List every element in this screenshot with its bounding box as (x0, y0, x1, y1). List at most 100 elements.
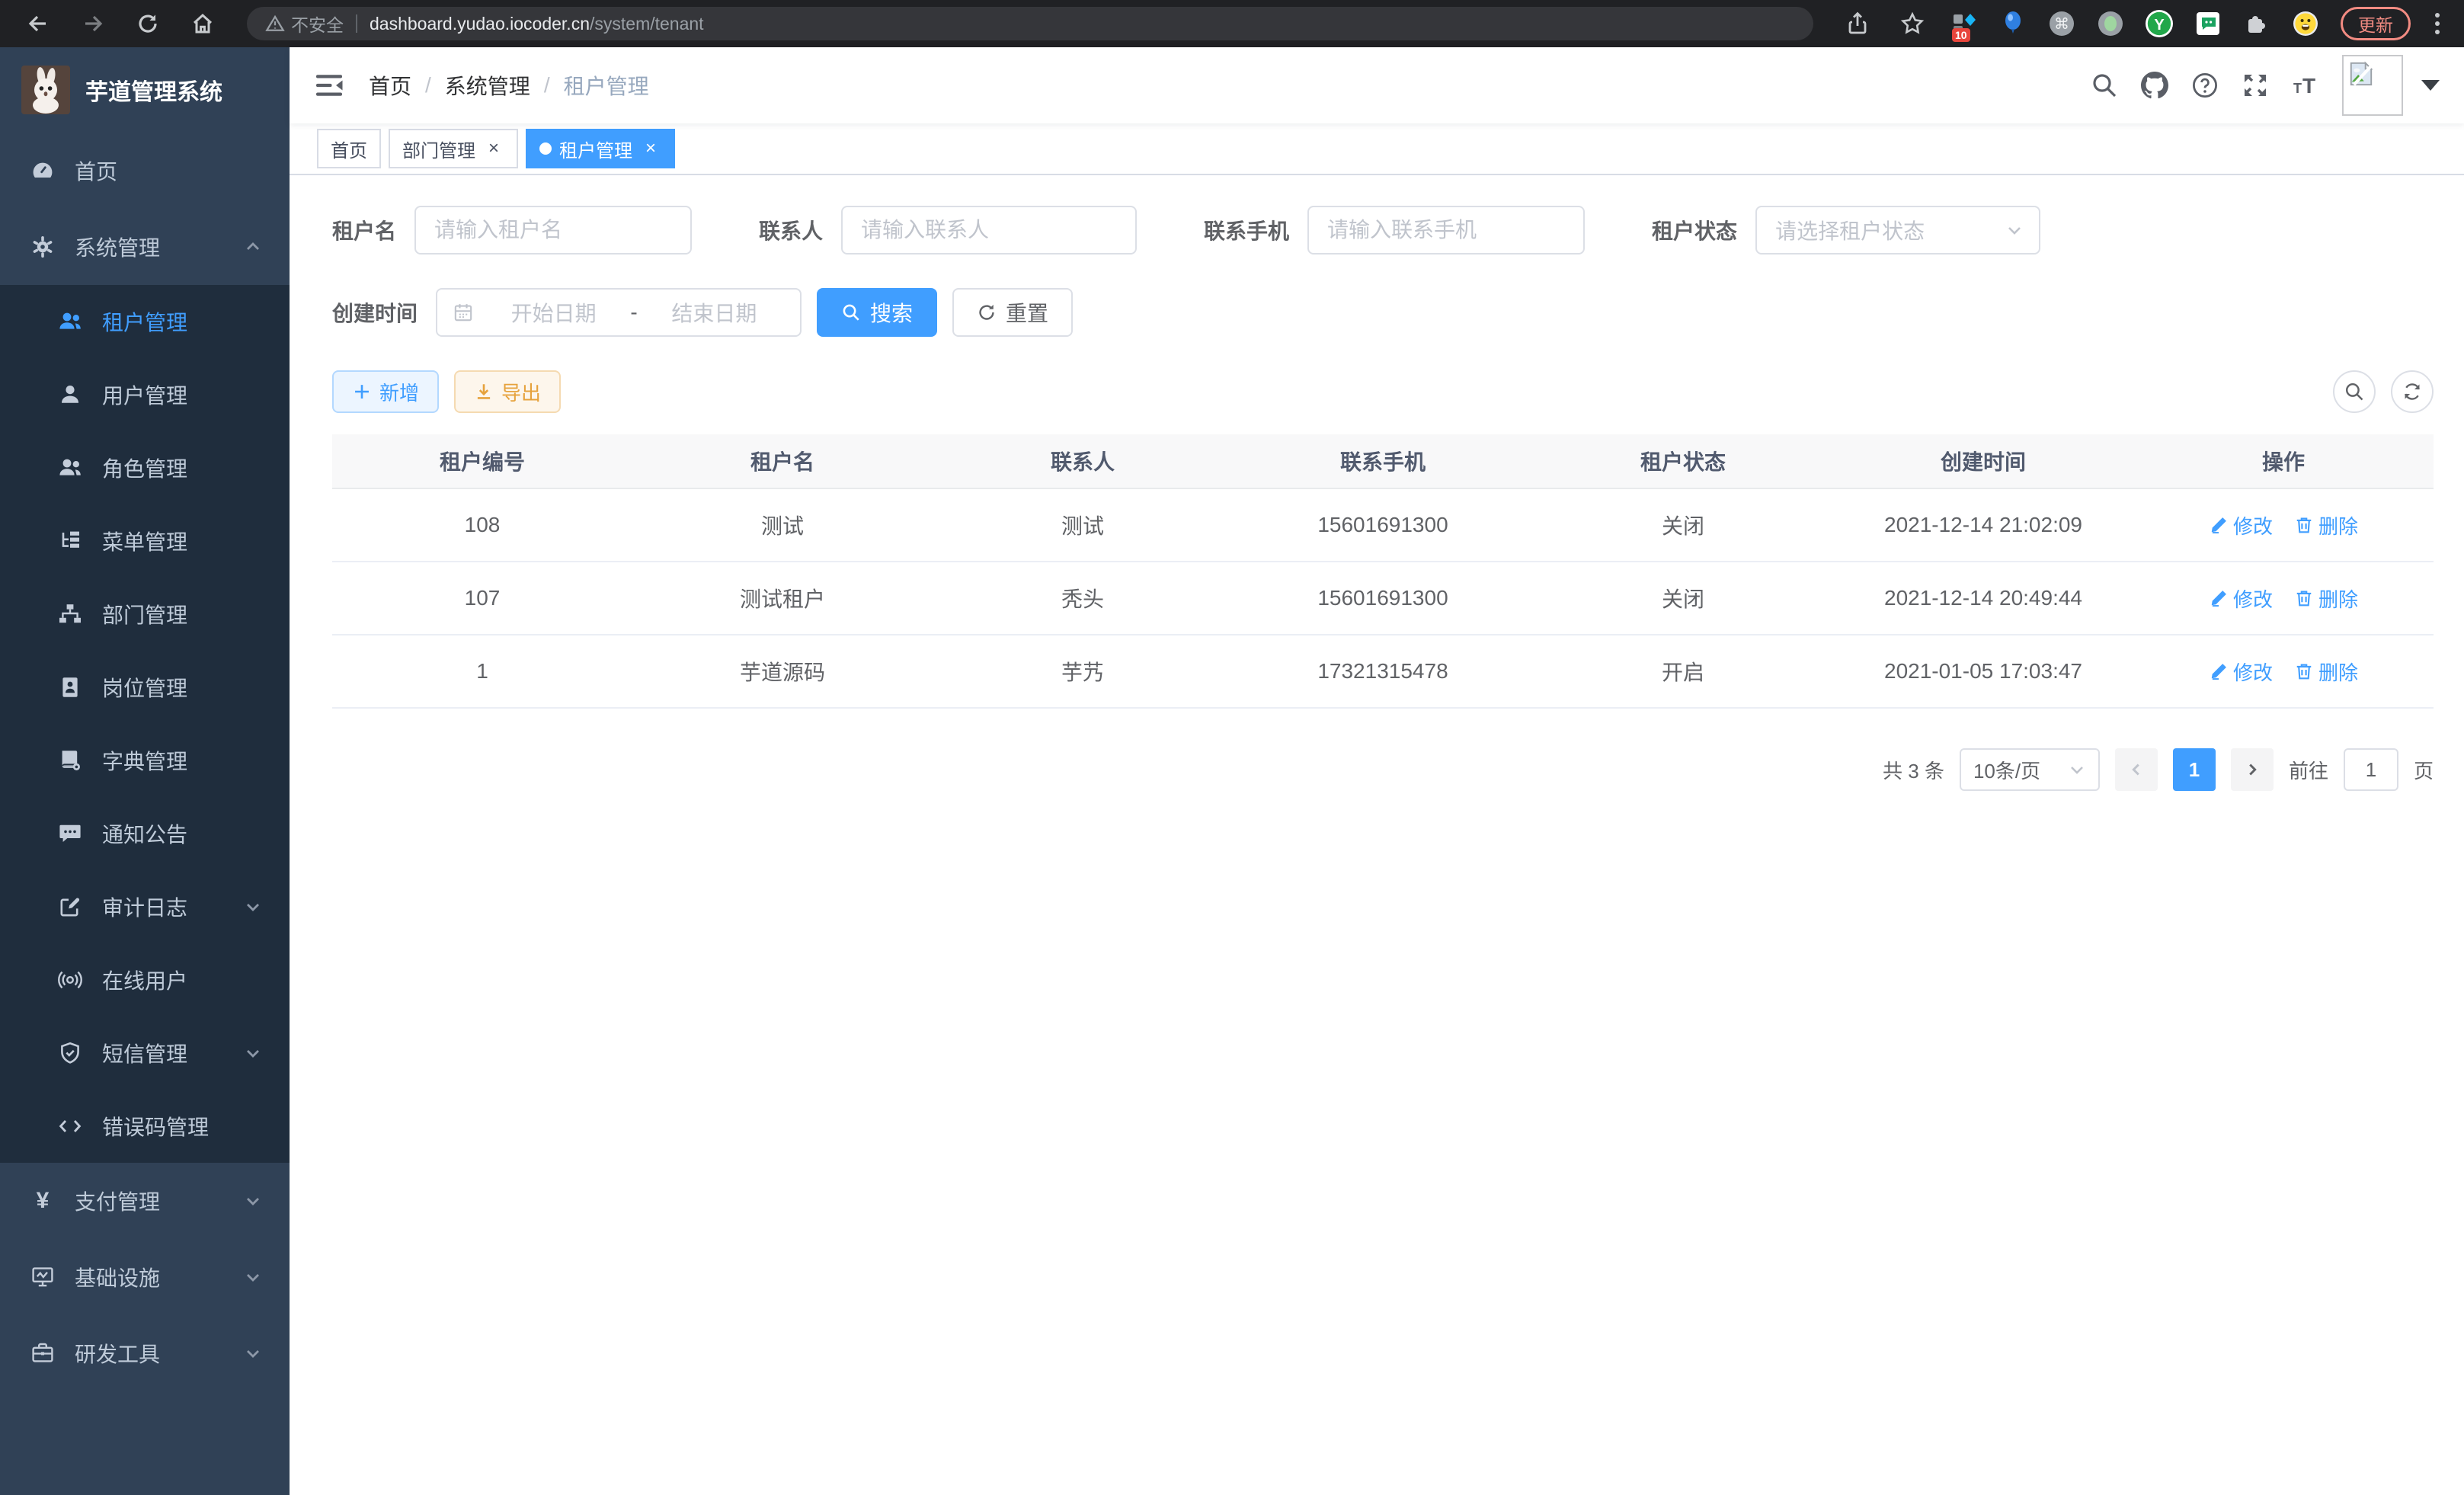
navbar-tools: TT (2068, 55, 2440, 116)
sidebar-item-notice[interactable]: 通知公告 (0, 797, 290, 870)
status-badge: 关闭 (1533, 562, 1833, 634)
chevron-left-icon (2128, 761, 2145, 778)
tenant-name-input[interactable] (414, 206, 692, 255)
extension-y-logo-icon[interactable]: Y (2146, 10, 2173, 37)
browser-forward-icon[interactable] (81, 11, 105, 36)
help-icon[interactable] (2191, 72, 2219, 99)
browser-reload-icon[interactable] (136, 11, 160, 36)
sidebar-item-system[interactable]: 系统管理 (0, 209, 290, 285)
sidebar-item-infra[interactable]: 基础设施 (0, 1239, 290, 1315)
delete-link[interactable]: 删除 (2294, 584, 2358, 613)
phone-input[interactable] (1307, 206, 1585, 255)
github-icon[interactable] (2141, 72, 2168, 99)
tab-home[interactable]: 首页 (317, 129, 381, 168)
sidebar-item-payment[interactable]: ¥ 支付管理 (0, 1163, 290, 1239)
pagination: 共 3 条 10条/页 1 前往 页 (332, 748, 2434, 791)
avatar-dropdown-caret-icon[interactable] (2421, 80, 2440, 91)
phone-label: 联系手机 (1204, 215, 1289, 245)
sidebar-item-menu[interactable]: 菜单管理 (0, 504, 290, 578)
edit-link[interactable]: 修改 (2209, 658, 2273, 686)
extensions-puzzle-icon[interactable] (2243, 10, 2270, 37)
omnibox-divider (356, 14, 357, 33)
filter-row-1: 租户名 联系人 联系手机 租户状态 请选择租户状态 (332, 206, 2434, 255)
export-button[interactable]: 导出 (454, 370, 561, 413)
search-button[interactable]: 搜索 (817, 288, 937, 337)
url-path[interactable]: /system/tenant (590, 14, 704, 34)
reset-button[interactable]: 重置 (952, 288, 1073, 337)
browser-update-button[interactable]: 更新 (2341, 7, 2411, 40)
sidebar-item-online-users[interactable]: 在线用户 (0, 943, 290, 1016)
toggle-search-button[interactable] (2333, 370, 2376, 413)
bookmark-star-icon[interactable] (1900, 11, 1925, 36)
broken-image-icon (2348, 61, 2374, 87)
edit-link[interactable]: 修改 (2209, 584, 2273, 613)
tenant-name-label: 租户名 (332, 215, 396, 245)
tab-tenant[interactable]: 租户管理 × (526, 129, 675, 168)
shield-check-icon (58, 1041, 82, 1065)
next-page-button[interactable] (2231, 748, 2274, 791)
refresh-table-button[interactable] (2391, 370, 2434, 413)
create-time-range-picker[interactable]: 开始日期 - 结束日期 (436, 288, 802, 337)
sidebar-item-dict[interactable]: 字典管理 (0, 724, 290, 797)
page-number-current[interactable]: 1 (2173, 748, 2216, 791)
tab-dept[interactable]: 部门管理 × (389, 129, 518, 168)
breadcrumb-separator: / (544, 73, 550, 98)
sidebar-item-tenant[interactable]: 租户管理 (0, 285, 290, 358)
sidebar-item-home[interactable]: 首页 (0, 133, 290, 209)
filter-tenant-name: 租户名 (332, 206, 692, 255)
header-search-icon[interactable] (2091, 72, 2118, 99)
status-select[interactable]: 请选择租户状态 (1755, 206, 2040, 255)
app-title: 芋道管理系统 (85, 73, 222, 107)
filter-status: 租户状态 请选择租户状态 (1652, 206, 2040, 255)
fullscreen-icon[interactable] (2242, 72, 2269, 99)
page-size-select[interactable]: 10条/页 (1960, 748, 2100, 791)
sidebar-item-dev-tools[interactable]: 研发工具 (0, 1315, 290, 1391)
extension-badge: 10 (1952, 28, 1970, 42)
app-logo[interactable]: 芋道管理系统 (0, 47, 290, 133)
sidebar-item-error-code[interactable]: 错误码管理 (0, 1090, 290, 1163)
address-bar[interactable]: 不安全 dashboard.yudao.iocoder.cn /system/t… (247, 7, 1813, 40)
browser-back-icon[interactable] (26, 11, 50, 36)
edit-link[interactable]: 修改 (2209, 511, 2273, 539)
sidebar-item-role[interactable]: 角色管理 (0, 431, 290, 504)
col-tenant-id: 租户编号 (332, 434, 632, 488)
extension-recorder-icon[interactable] (2097, 10, 2124, 37)
sidebar-item-audit-log[interactable]: 审计日志 (0, 870, 290, 943)
create-time-label: 创建时间 (332, 297, 418, 328)
url-host[interactable]: dashboard.yudao.iocoder.cn (370, 14, 590, 34)
logo-rabbit-image (21, 66, 70, 114)
sidebar-item-post[interactable]: 岗位管理 (0, 651, 290, 724)
security-label[interactable]: 不安全 (291, 11, 344, 37)
col-phone: 联系手机 (1233, 434, 1533, 488)
font-size-icon[interactable]: TT (2292, 72, 2319, 99)
search-icon (841, 303, 861, 322)
add-button[interactable]: 新增 (332, 370, 439, 413)
browser-menu-icon[interactable] (2426, 7, 2449, 40)
contact-input[interactable] (841, 206, 1137, 255)
delete-link[interactable]: 删除 (2294, 511, 2358, 539)
tab-close-icon[interactable]: × (640, 138, 661, 159)
breadcrumb-home[interactable]: 首页 (369, 70, 411, 101)
share-icon[interactable] (1845, 11, 1870, 36)
not-secure-warning-icon (265, 14, 285, 34)
extension-emoji-icon[interactable] (2292, 10, 2319, 37)
goto-page-input[interactable] (2344, 748, 2398, 791)
delete-link[interactable]: 删除 (2294, 658, 2358, 686)
sidebar-item-user[interactable]: 用户管理 (0, 358, 290, 431)
table-row: 107 测试租户 秃头 15601691300 关闭 2021-12-14 20… (332, 562, 2434, 635)
breadcrumb-system[interactable]: 系统管理 (445, 70, 530, 101)
extension-balloon-icon[interactable] (1999, 10, 2027, 37)
avatar[interactable] (2342, 55, 2403, 116)
tab-close-icon[interactable]: × (483, 138, 504, 159)
extension-command-icon[interactable]: ⌘ (2048, 10, 2075, 37)
sidebar-fold-icon[interactable] (314, 70, 344, 101)
prev-page-button[interactable] (2115, 748, 2158, 791)
sidebar-item-sms[interactable]: 短信管理 (0, 1016, 290, 1090)
sidebar-item-dept[interactable]: 部门管理 (0, 578, 290, 651)
extension-chat-icon[interactable] (2194, 10, 2222, 37)
gear-icon (30, 235, 55, 259)
breadcrumb-separator: / (425, 73, 431, 98)
extension-tabs-icon[interactable]: 10 (1950, 10, 1978, 37)
browser-home-icon[interactable] (190, 11, 215, 36)
online-broadcast-icon (58, 968, 82, 992)
